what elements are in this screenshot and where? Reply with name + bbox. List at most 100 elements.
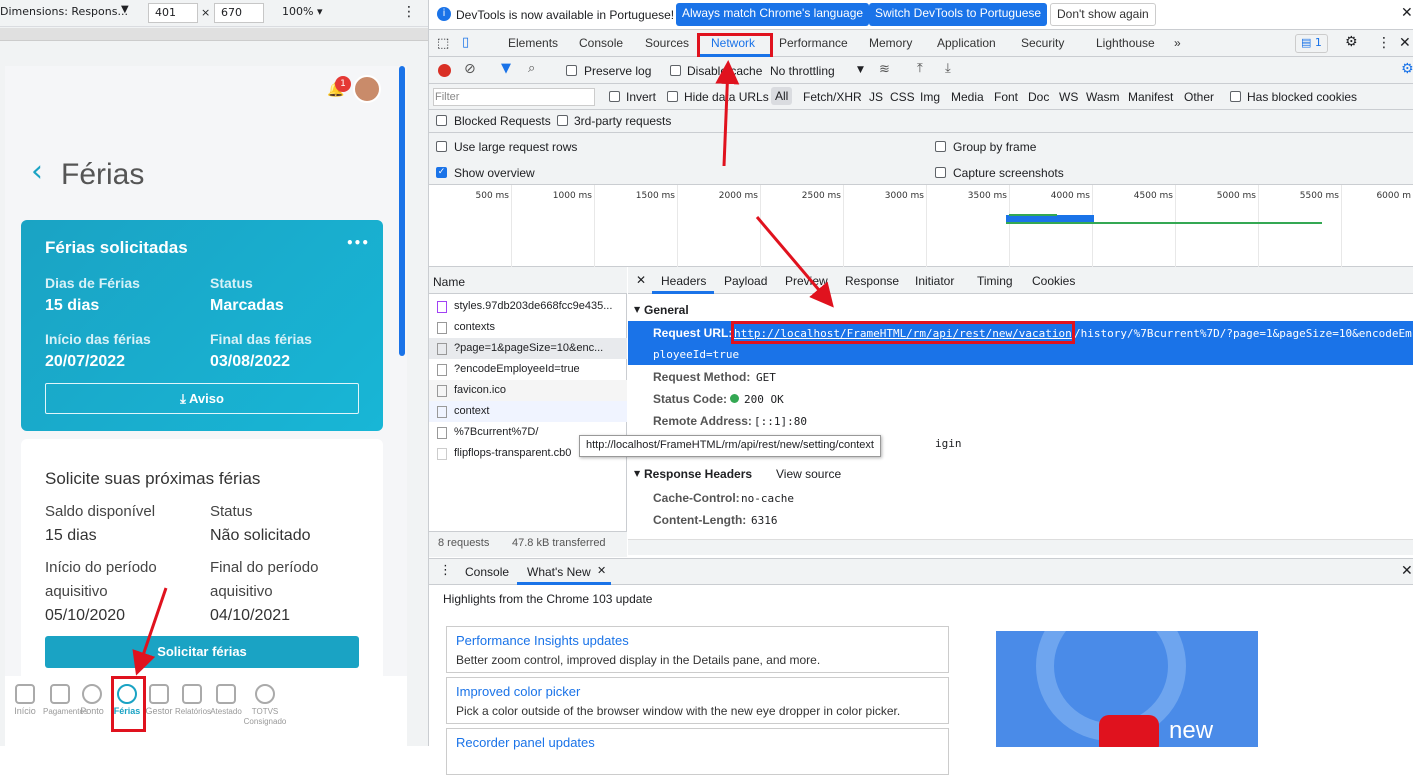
capture-screenshots-checkbox[interactable] (935, 167, 946, 178)
tab-application[interactable]: Application (937, 36, 996, 50)
throttling-select[interactable]: No throttling (770, 64, 835, 78)
group-by-frame-checkbox[interactable] (935, 141, 946, 152)
request-row[interactable]: ?encodeEmployeeId=true (429, 359, 627, 380)
video-thumbnail[interactable]: new (996, 631, 1258, 747)
device-select[interactable]: Dimensions: Respons... (0, 5, 128, 18)
tab-payload[interactable]: Payload (724, 274, 767, 288)
close-icon[interactable]: ✕ (597, 564, 606, 577)
blocked-cookies-checkbox[interactable] (1230, 91, 1241, 102)
record-icon[interactable] (438, 64, 451, 77)
tab-elements[interactable]: Elements (508, 36, 558, 50)
preserve-log-checkbox[interactable] (566, 65, 577, 76)
expand-icon[interactable]: ▼ (634, 305, 640, 314)
tab-response[interactable]: Response (845, 274, 899, 288)
nav-item-ponto[interactable]: Ponto (75, 684, 109, 716)
height-input[interactable]: 670 (214, 3, 264, 23)
item-title[interactable]: Recorder panel updates (456, 735, 595, 750)
expand-icon[interactable]: ▼ (634, 469, 640, 478)
nav-item-relatorios[interactable]: Relatórios (175, 684, 211, 716)
match-language-button[interactable]: Always match Chrome's language (676, 3, 870, 26)
request-row[interactable]: contexts (429, 317, 627, 338)
blocked-requests-checkbox[interactable] (436, 115, 447, 126)
request-row[interactable]: context (429, 401, 627, 422)
width-input[interactable]: 401 (148, 3, 198, 23)
item-title[interactable]: Improved color picker (456, 684, 580, 699)
download-icon[interactable]: ⤓ (945, 61, 951, 76)
show-overview-checkbox[interactable]: ✓ (436, 167, 447, 178)
device-toggle-icon[interactable]: ▯ (462, 35, 469, 50)
type-all[interactable]: All (771, 87, 793, 105)
type-wasm[interactable]: Wasm (1086, 90, 1120, 104)
request-row-selected[interactable]: ?page=1&pageSize=10&enc... (429, 338, 627, 359)
hide-data-urls-checkbox[interactable] (667, 91, 678, 102)
type-ws[interactable]: WS (1059, 90, 1078, 104)
tab-cookies[interactable]: Cookies (1032, 274, 1075, 288)
more-icon[interactable]: ⋮ (402, 4, 416, 20)
type-doc[interactable]: Doc (1028, 90, 1049, 104)
tab-lighthouse[interactable]: Lighthouse (1096, 36, 1155, 50)
close-icon[interactable]: ✕ (1399, 35, 1411, 51)
whats-new-item[interactable]: Performance Insights updates Better zoom … (446, 626, 949, 673)
type-img[interactable]: Img (920, 90, 940, 104)
type-manifest[interactable]: Manifest (1128, 90, 1173, 104)
nav-item-inicio[interactable]: Início (8, 684, 42, 716)
disable-cache-checkbox[interactable] (670, 65, 681, 76)
gear-icon[interactable]: ⚙ (1401, 61, 1413, 77)
more-icon[interactable]: ⋮ (439, 563, 452, 578)
type-other[interactable]: Other (1184, 90, 1214, 104)
large-rows-checkbox[interactable] (436, 141, 447, 152)
switch-language-button[interactable]: Switch DevTools to Portuguese (869, 3, 1048, 26)
tab-console[interactable]: Console (579, 36, 623, 50)
view-source-link[interactable]: View source (776, 467, 841, 481)
back-icon[interactable]: ‹ (31, 154, 43, 189)
tab-sources[interactable]: Sources (645, 36, 689, 50)
type-css[interactable]: CSS (890, 90, 915, 104)
drawer-tab-whats-new[interactable]: What's New (527, 565, 591, 579)
chevron-down-icon[interactable]: ▼ (857, 65, 864, 75)
nav-item-atestado[interactable]: Atestado (209, 684, 243, 716)
request-row[interactable]: styles.97db203de668fcc9e435... (429, 296, 627, 317)
request-row[interactable]: favicon.ico (429, 380, 627, 401)
tab-headers[interactable]: Headers (661, 274, 706, 288)
type-font[interactable]: Font (994, 90, 1018, 104)
tab-security[interactable]: Security (1021, 36, 1064, 50)
drawer-tab-console[interactable]: Console (465, 565, 509, 579)
type-js[interactable]: JS (869, 90, 883, 104)
avatar[interactable] (353, 75, 381, 103)
clear-icon[interactable]: ⊘ (464, 61, 476, 77)
wifi-icon[interactable]: ≋ (879, 62, 890, 77)
third-party-checkbox[interactable] (557, 115, 568, 126)
more-tabs-icon[interactable]: » (1174, 36, 1181, 50)
play-icon[interactable] (1099, 715, 1159, 747)
card-menu-icon[interactable]: ••• (346, 236, 369, 250)
type-fetch-xhr[interactable]: Fetch/XHR (803, 90, 862, 104)
horizontal-scrollbar[interactable] (628, 539, 1413, 555)
zoom-select[interactable]: 100% ▾ (282, 5, 322, 18)
type-media[interactable]: Media (951, 90, 984, 104)
tab-preview[interactable]: Preview (785, 274, 828, 288)
viewport-scrollbar[interactable] (399, 66, 405, 356)
tab-memory[interactable]: Memory (869, 36, 912, 50)
invert-checkbox[interactable] (609, 91, 620, 102)
chevron-down-icon[interactable]: ▼ (121, 4, 129, 15)
request-vacation-button[interactable]: Solicitar férias (45, 636, 359, 668)
nav-item-pagamentos[interactable]: Pagamentos (43, 684, 88, 716)
search-icon[interactable]: ⌕ (528, 61, 535, 76)
nav-item-gestor[interactable]: Gestor (142, 684, 176, 716)
notice-button[interactable]: ⤓ Aviso (45, 383, 359, 414)
tab-initiator[interactable]: Initiator (915, 274, 954, 288)
tab-timing[interactable]: Timing (977, 274, 1013, 288)
issues-badge[interactable]: ▤ 1 (1295, 34, 1328, 53)
dont-show-button[interactable]: Don't show again (1050, 3, 1156, 26)
item-title[interactable]: Performance Insights updates (456, 633, 629, 648)
upload-icon[interactable]: ⤒ (917, 61, 923, 76)
nav-item-consignado[interactable]: TOTVS Consignado (243, 684, 287, 726)
general-section-title[interactable]: General (644, 303, 689, 317)
name-column-header[interactable]: Name (433, 275, 465, 289)
more-icon[interactable]: ⋮ (1377, 35, 1391, 51)
close-icon[interactable]: ✕ (636, 273, 646, 287)
inspect-icon[interactable]: ⬚ (437, 36, 449, 51)
filter-icon[interactable]: ▼ (501, 61, 511, 76)
whats-new-item[interactable]: Improved color picker Pick a color outsid… (446, 677, 949, 724)
gear-icon[interactable]: ⚙ (1345, 34, 1358, 50)
